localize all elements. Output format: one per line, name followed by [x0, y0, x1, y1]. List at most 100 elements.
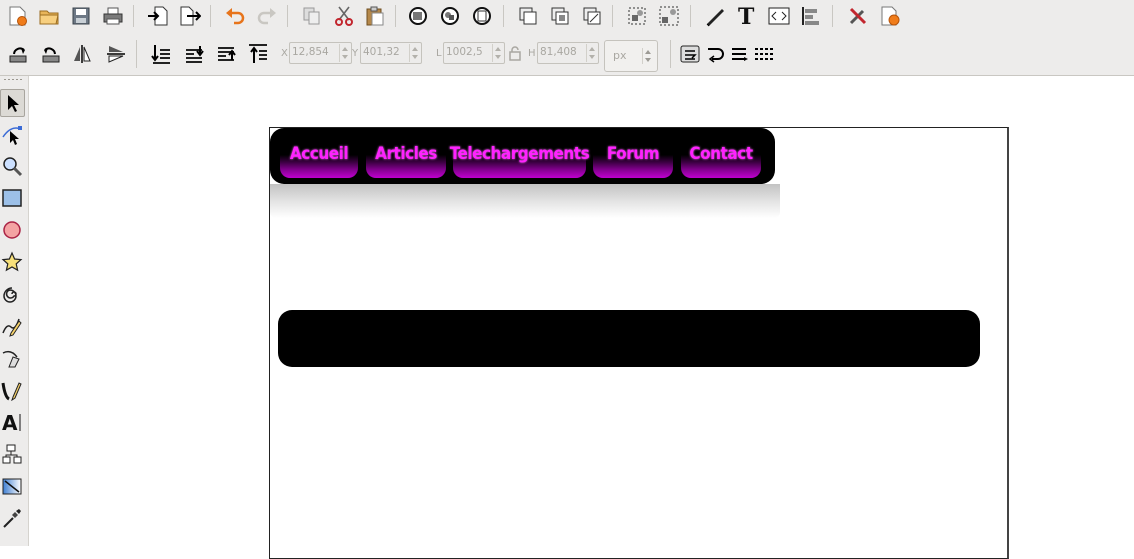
menu-button-telechargements[interactable]: Telechargements	[449, 136, 590, 178]
toolbox-grip[interactable]	[3, 78, 23, 81]
menu-button-contact[interactable]: Contact	[681, 136, 761, 178]
group-icon[interactable]	[624, 3, 650, 29]
xml-editor-icon[interactable]	[766, 3, 792, 29]
menu-bar-graphic[interactable]: Accueil Articles Telechargements Forum C…	[270, 128, 775, 184]
scale-corners-icon[interactable]	[703, 41, 729, 67]
menu-label: Contact	[689, 144, 753, 164]
open-folder-icon[interactable]	[36, 3, 62, 29]
y-field[interactable]	[360, 42, 422, 64]
zoom-drawing-icon[interactable]	[437, 3, 463, 29]
align-distribute-icon[interactable]	[798, 3, 824, 29]
text-tool-icon[interactable]: A	[0, 409, 24, 435]
transform-gradient-icon[interactable]	[727, 41, 753, 67]
lower-icon[interactable]	[181, 41, 207, 67]
transform-pattern-icon[interactable]	[751, 41, 777, 67]
w-field[interactable]	[443, 42, 505, 64]
duplicate-icon[interactable]	[515, 3, 541, 29]
node-tool-icon[interactable]	[0, 121, 24, 147]
x-field[interactable]	[289, 42, 352, 64]
preferences-icon[interactable]	[845, 3, 871, 29]
page-border: Accueil Articles Telechargements Forum C…	[269, 127, 1009, 559]
undo-icon[interactable]	[222, 3, 248, 29]
pencil-tool-icon[interactable]	[0, 313, 24, 339]
lower-to-bottom-icon[interactable]	[148, 41, 174, 67]
star-tool-icon[interactable]	[0, 249, 24, 275]
h-label: H	[528, 48, 536, 59]
menu-label: Forum	[606, 144, 660, 164]
rotate-cw-icon[interactable]	[38, 41, 64, 67]
x-label: X	[281, 48, 288, 59]
spiral-tool-icon[interactable]	[0, 281, 24, 307]
scale-stroke-icon[interactable]	[678, 41, 704, 67]
raise-to-top-icon[interactable]	[245, 41, 271, 67]
separator	[136, 40, 137, 68]
svg-text:T: T	[738, 5, 755, 27]
document-properties-icon[interactable]	[877, 3, 903, 29]
svg-text:A: A	[2, 411, 18, 433]
toolbox: A	[0, 76, 29, 546]
pen-tool-icon[interactable]	[0, 345, 24, 371]
cut-icon[interactable]	[331, 3, 357, 29]
unit-value: px	[613, 49, 627, 62]
lock-icon[interactable]	[505, 42, 525, 64]
unlink-clone-icon[interactable]	[579, 3, 605, 29]
connector-tool-icon[interactable]	[0, 441, 24, 467]
x-spin-arrows[interactable]	[339, 44, 350, 62]
y-label: Y	[352, 48, 359, 59]
paste-icon[interactable]	[362, 3, 388, 29]
unit-select[interactable]: px	[604, 40, 658, 72]
zoom-page-icon[interactable]	[469, 3, 495, 29]
dropper-tool-icon[interactable]	[0, 505, 24, 531]
clone-icon[interactable]	[547, 3, 573, 29]
rotate-ccw-icon[interactable]	[5, 41, 31, 67]
menu-label: Telechargements	[449, 144, 590, 164]
commands-toolbar: T	[0, 0, 1134, 33]
rectangle-tool-icon[interactable]	[0, 185, 24, 211]
chevron-updown-icon	[642, 48, 653, 64]
menu-label: Articles	[375, 144, 437, 164]
selector-tool-icon[interactable]	[0, 89, 25, 117]
text-font-icon[interactable]: T	[734, 3, 760, 29]
y-spin-arrows[interactable]	[409, 44, 420, 62]
h-field[interactable]	[537, 42, 599, 64]
save-icon[interactable]	[68, 3, 94, 29]
separator	[287, 5, 288, 27]
separator	[670, 40, 671, 68]
export-icon[interactable]	[177, 3, 203, 29]
separator	[133, 5, 134, 27]
print-icon[interactable]	[100, 3, 126, 29]
separator	[612, 5, 613, 27]
redo-icon[interactable]	[254, 3, 280, 29]
w-spin-arrows[interactable]	[492, 44, 503, 62]
menu-button-articles[interactable]: Articles	[366, 136, 446, 178]
h-input[interactable]	[540, 45, 587, 59]
gradient-tool-icon[interactable]	[0, 473, 24, 499]
y-input[interactable]	[363, 45, 410, 59]
ellipse-tool-icon[interactable]	[0, 217, 24, 243]
separator	[690, 5, 691, 27]
copy-icon[interactable]	[299, 3, 325, 29]
zoom-tool-icon[interactable]	[0, 153, 24, 179]
ungroup-icon[interactable]	[656, 3, 682, 29]
menu-label: Accueil	[289, 144, 349, 164]
menu-button-accueil[interactable]: Accueil	[280, 136, 358, 178]
black-rounded-rectangle[interactable]	[278, 310, 980, 367]
drawing-canvas[interactable]: Accueil Articles Telechargements Forum C…	[29, 76, 1134, 559]
flip-vertical-icon[interactable]	[103, 41, 129, 67]
separator	[832, 5, 833, 27]
h-spin-arrows[interactable]	[586, 44, 597, 62]
flip-horizontal-icon[interactable]	[70, 41, 96, 67]
raise-icon[interactable]	[213, 41, 239, 67]
calligraphy-tool-icon[interactable]	[0, 377, 24, 403]
menu-button-forum[interactable]: Forum	[593, 136, 673, 178]
import-icon[interactable]	[145, 3, 171, 29]
separator	[503, 5, 504, 27]
fill-stroke-icon[interactable]	[702, 3, 728, 29]
zoom-selection-icon[interactable]	[405, 3, 431, 29]
w-input[interactable]	[446, 45, 493, 59]
x-input[interactable]	[292, 45, 340, 59]
new-document-icon[interactable]	[4, 3, 30, 29]
tool-controls-toolbar: X Y L H	[0, 33, 1134, 76]
separator	[395, 5, 396, 27]
w-label: L	[436, 48, 442, 59]
